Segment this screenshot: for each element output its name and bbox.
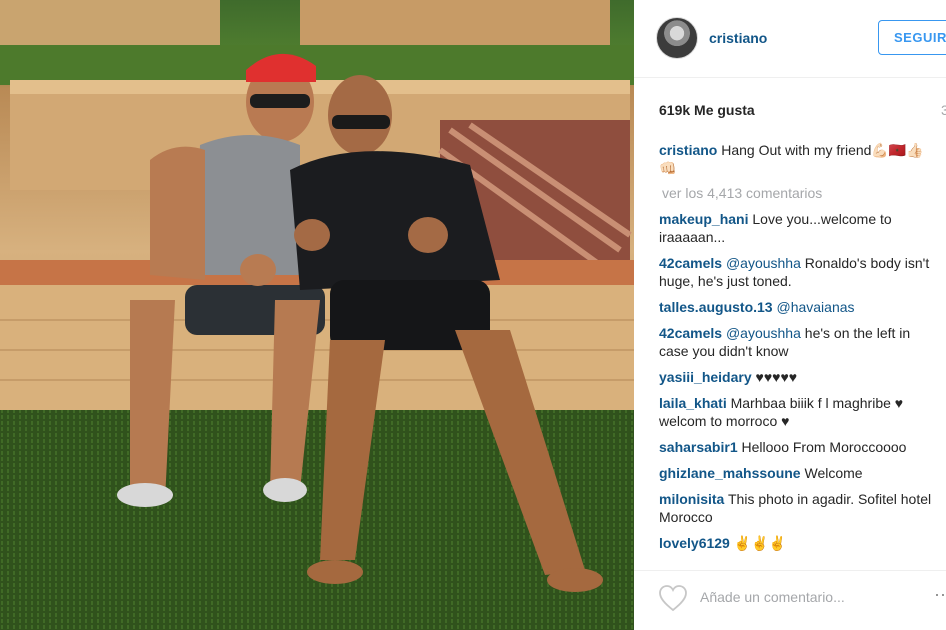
post-age[interactable]: 3 <box>941 102 946 118</box>
list-item: makeup_hani Love you...welcome to iraaaa… <box>659 210 941 246</box>
comment-mention[interactable]: @ayoushha <box>726 255 801 271</box>
post-sidebar: cristiano SEGUIR 619k Me gusta 3 cristia… <box>634 0 946 630</box>
comments-list[interactable]: cristiano Hang Out with my friend💪🏻🇲🇦👍🏻👊… <box>659 141 941 560</box>
comment-author[interactable]: laila_khati <box>659 395 727 411</box>
comment-author[interactable]: yasiii_heidary <box>659 369 752 385</box>
comment-author[interactable]: talles.augusto.13 <box>659 299 773 315</box>
list-item: lovely6129 ✌✌✌ <box>659 534 941 552</box>
photo-illustration <box>0 0 634 630</box>
view-all-comments-link[interactable]: ver los 4,413 comentarios <box>662 185 941 201</box>
avatar[interactable] <box>656 17 698 59</box>
comment-text: ♥♥♥♥♥ <box>755 369 798 385</box>
comment-author[interactable]: ghizlane_mahssoune <box>659 465 801 481</box>
comment-author[interactable]: 42camels <box>659 255 722 271</box>
post-header: cristiano SEGUIR <box>634 0 946 78</box>
comment-author[interactable]: lovely6129 <box>659 535 730 551</box>
post-photo[interactable] <box>0 0 634 630</box>
comment-author[interactable]: 42camels <box>659 325 722 341</box>
list-item: milonisita This photo in agadir. Sofitel… <box>659 490 941 526</box>
caption-author[interactable]: cristiano <box>659 142 717 158</box>
comment-text: Welcome <box>804 465 863 481</box>
comment-text: ✌✌✌ <box>733 535 787 551</box>
post-username[interactable]: cristiano <box>709 30 767 46</box>
comment-author[interactable]: milonisita <box>659 491 724 507</box>
likes-count[interactable]: 619k Me gusta <box>659 102 755 118</box>
list-item: laila_khati Marhbaa biiik f l maghribe ♥… <box>659 394 941 430</box>
follow-button[interactable]: SEGUIR <box>878 20 946 55</box>
list-item: 42camels @ayoushha Ronaldo's body isn't … <box>659 254 941 290</box>
list-item: talles.augusto.13 @havaianas <box>659 298 941 316</box>
list-item: saharsabir1 Hellooo From Moroccoooo <box>659 438 941 456</box>
list-item: ghizlane_mahssoune Welcome <box>659 464 941 482</box>
caption: cristiano Hang Out with my friend💪🏻🇲🇦👍🏻👊… <box>659 141 941 177</box>
comment-author[interactable]: makeup_hani <box>659 211 748 227</box>
likes-row: 619k Me gusta 3 <box>659 102 946 122</box>
comment-author[interactable]: saharsabir1 <box>659 439 738 455</box>
comment-mention[interactable]: @havaianas <box>776 299 854 315</box>
heart-outline-icon[interactable] <box>658 584 688 612</box>
comment-footer: Añade un comentario... ⋯ <box>634 570 946 630</box>
comment-text: Hellooo From Moroccoooo <box>741 439 907 455</box>
add-comment-input[interactable]: Añade un comentario... <box>700 589 845 605</box>
comment-mention[interactable]: @ayoushha <box>726 325 801 341</box>
ellipsis-icon[interactable]: ⋯ <box>934 585 946 606</box>
list-item: yasiii_heidary ♥♥♥♥♥ <box>659 368 941 386</box>
list-item: 42camels @ayoushha he's on the left in c… <box>659 324 941 360</box>
